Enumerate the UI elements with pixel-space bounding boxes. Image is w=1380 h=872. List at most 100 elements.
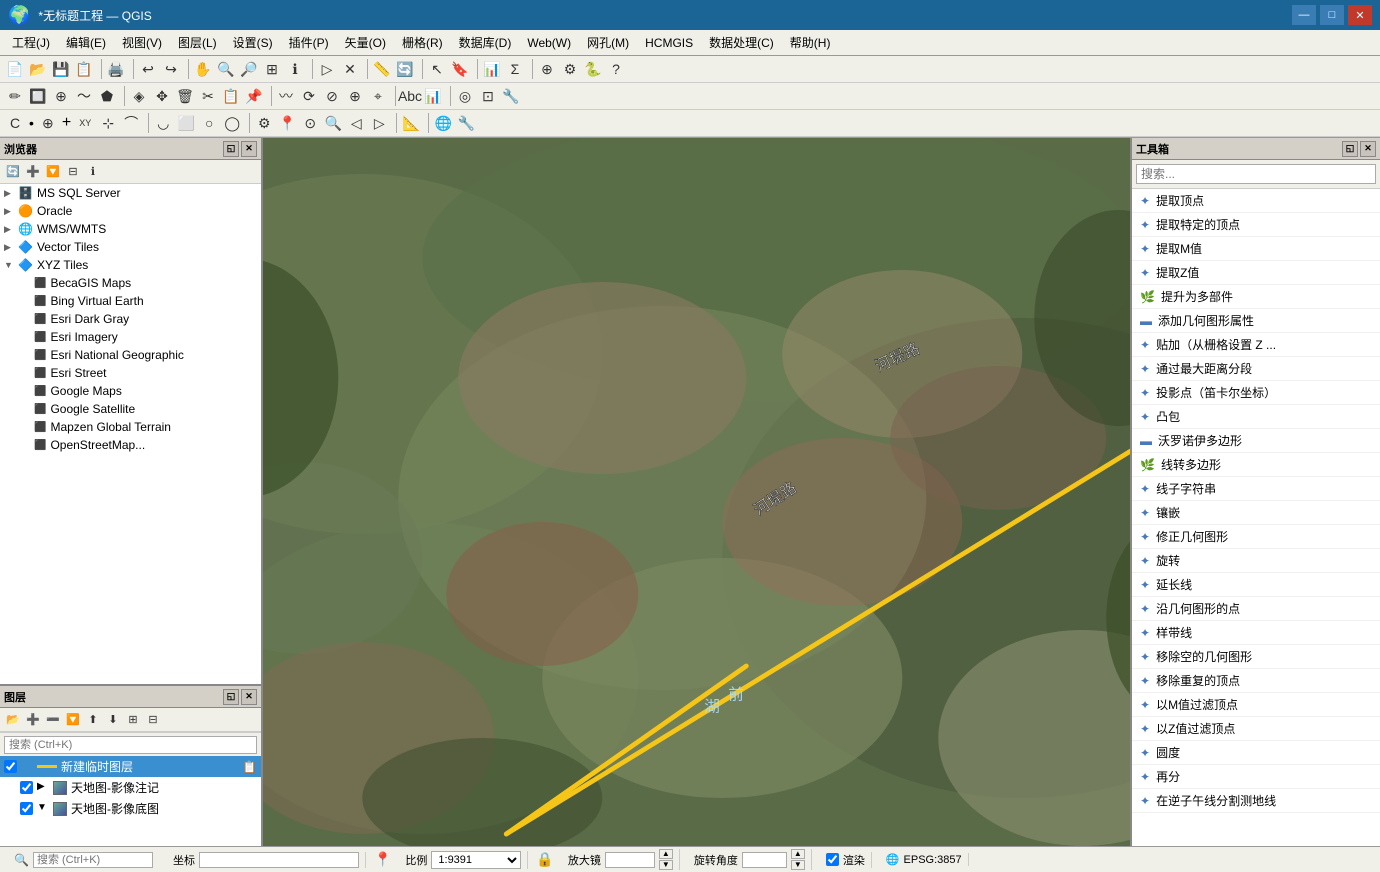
- zoom-in-btn[interactable]: 🔍: [215, 58, 237, 80]
- menu-hcmgis[interactable]: HCMGIS: [637, 34, 701, 52]
- pin-btn[interactable]: 📍: [276, 112, 298, 134]
- menu-settings[interactable]: 设置(S): [225, 32, 281, 53]
- browser-tree-item[interactable]: ⬛ Esri Dark Gray: [0, 310, 261, 328]
- toolbox-item[interactable]: ✦ 修正几何图形: [1132, 525, 1380, 549]
- paste-btn[interactable]: 📌: [243, 85, 265, 107]
- browser-tree-item[interactable]: ▶ 🟠 Oracle: [0, 202, 261, 220]
- menu-help[interactable]: 帮助(H): [782, 32, 839, 53]
- toolbox-item[interactable]: ▬ 沃罗诺伊多边形: [1132, 429, 1380, 453]
- layer-checkbox[interactable]: [20, 781, 33, 794]
- menu-plugins[interactable]: 插件(P): [281, 32, 337, 53]
- browser-tree-item[interactable]: ▶ 🔷 Vector Tiles: [0, 238, 261, 256]
- browser-tree-item[interactable]: ⬛ Google Satellite: [0, 400, 261, 418]
- toolbox-item[interactable]: ✦ 镶嵌: [1132, 501, 1380, 525]
- geom-btn[interactable]: ⚙: [253, 112, 275, 134]
- toolbox-item[interactable]: ✦ 样带线: [1132, 621, 1380, 645]
- offset-btn[interactable]: ⌖: [367, 85, 389, 107]
- toolbox-search-input[interactable]: [1136, 164, 1376, 184]
- circle-btn[interactable]: ○: [198, 112, 220, 134]
- node-tool-btn[interactable]: ◈: [128, 85, 150, 107]
- layers-addlayer-btn[interactable]: ➕: [24, 711, 42, 729]
- browser-tree-item[interactable]: ⬛ Google Maps: [0, 382, 261, 400]
- layers-movedown-btn[interactable]: ⬇: [104, 711, 122, 729]
- zoom-down-btn[interactable]: ▼: [659, 860, 673, 870]
- toolbox-item[interactable]: ✦ 通过最大距离分段: [1132, 357, 1380, 381]
- add-line-btn[interactable]: 〜: [73, 85, 95, 107]
- toolbox-item[interactable]: ✦ 投影点（笛卡尔坐标）: [1132, 381, 1380, 405]
- help-btn[interactable]: ?: [605, 58, 627, 80]
- ellipse-btn[interactable]: ◯: [221, 112, 243, 134]
- browser-tree-item[interactable]: ⬛ Mapzen Global Terrain: [0, 418, 261, 436]
- toolbox-item[interactable]: ▬ 添加几何图形属性: [1132, 309, 1380, 333]
- merge-btn[interactable]: ⊕: [344, 85, 366, 107]
- toolbox-item[interactable]: ✦ 移除重复的顶点: [1132, 669, 1380, 693]
- zoom-pin-btn[interactable]: 🔍: [322, 112, 344, 134]
- toolbox-item[interactable]: ✦ 延长线: [1132, 573, 1380, 597]
- browser-tree-item[interactable]: ▶ 🗄️ MS SQL Server: [0, 184, 261, 202]
- zoom-up-btn[interactable]: ▲: [659, 849, 673, 859]
- browser-tree-item[interactable]: ⬛ Esri Street: [0, 364, 261, 382]
- arc-btn[interactable]: ◡: [152, 112, 174, 134]
- wrench-btn[interactable]: 🔧: [455, 112, 477, 134]
- toolbox-item[interactable]: ✦ 在逆子午线分割测地线: [1132, 789, 1380, 813]
- menu-web[interactable]: Web(W): [519, 34, 579, 52]
- refresh-btn[interactable]: 🔄: [394, 58, 416, 80]
- layers-collapse-btn[interactable]: ⊟: [144, 711, 162, 729]
- menu-mesh[interactable]: 网孔(M): [579, 32, 637, 53]
- reshape-btn[interactable]: ⟳: [298, 85, 320, 107]
- browser-tree-item[interactable]: ⬛ OpenStreetMap...: [0, 436, 261, 454]
- layers-filter-btn[interactable]: 🔽: [64, 711, 82, 729]
- layers-moveup-btn[interactable]: ⬆: [84, 711, 102, 729]
- select-btn[interactable]: ▷: [316, 58, 338, 80]
- toolbox-item[interactable]: ✦ 提取特定的顶点: [1132, 213, 1380, 237]
- layers-expand-btn[interactable]: ⊞: [124, 711, 142, 729]
- map-canvas[interactable]: 河堤路 河堤路 河 湖 前: [263, 138, 1130, 846]
- tip-btn[interactable]: 🔖: [449, 58, 471, 80]
- toolbox-item[interactable]: ✦ 以M值过滤顶点: [1132, 693, 1380, 717]
- toolbox-item[interactable]: 🌿 线转多边形: [1132, 453, 1380, 477]
- cut-btn[interactable]: ✂: [197, 85, 219, 107]
- browser-collapse-btn[interactable]: ⊟: [64, 163, 82, 181]
- toolbox-item[interactable]: ✦ 沿几何图形的点: [1132, 597, 1380, 621]
- toolbox-item[interactable]: ✦ 提取Z值: [1132, 261, 1380, 285]
- crs-btn[interactable]: C: [4, 112, 26, 134]
- layer-item[interactable]: ▶ 天地图-影像注记: [0, 777, 261, 798]
- copy-btn[interactable]: 📋: [220, 85, 242, 107]
- open-project-btn[interactable]: 📂: [27, 58, 49, 80]
- draw-curve-btn[interactable]: ⌒: [120, 112, 142, 134]
- advanced3-btn[interactable]: 🔧: [500, 85, 522, 107]
- cursor-btn[interactable]: ↖: [426, 58, 448, 80]
- browser-float-btn[interactable]: ◱: [223, 141, 239, 157]
- toolbox-item[interactable]: ✦ 贴加（从栅格设置 Z ...: [1132, 333, 1380, 357]
- layers-open-btn[interactable]: 📂: [4, 711, 22, 729]
- zoom-extent-btn[interactable]: ⊞: [261, 58, 283, 80]
- deselect-btn[interactable]: ✕: [339, 58, 361, 80]
- browser-filter-btn[interactable]: 🔽: [44, 163, 62, 181]
- menu-raster[interactable]: 栅格(R): [394, 32, 451, 53]
- zoom-next-btn[interactable]: ▷: [368, 112, 390, 134]
- layers-close-btn[interactable]: ✕: [241, 689, 257, 705]
- menu-layer[interactable]: 图层(L): [170, 32, 225, 53]
- toolbox-item[interactable]: ✦ 提取顶点: [1132, 189, 1380, 213]
- browser-info-btn[interactable]: ℹ: [84, 163, 102, 181]
- coord1-btn[interactable]: XY: [74, 112, 96, 134]
- advanced1-btn[interactable]: ◎: [454, 85, 476, 107]
- rotation-down-btn[interactable]: ▼: [791, 860, 805, 870]
- label-btn[interactable]: Abc: [399, 85, 421, 107]
- browser-tree-item[interactable]: ▼ 🔷 XYZ Tiles: [0, 256, 261, 274]
- layers-float-btn[interactable]: ◱: [223, 689, 239, 705]
- toolbox-item[interactable]: ✦ 移除空的几何图形: [1132, 645, 1380, 669]
- ruler-btn[interactable]: 📐: [400, 112, 422, 134]
- attrTable-btn[interactable]: 📊: [481, 58, 503, 80]
- save-as-btn[interactable]: 📋: [73, 58, 95, 80]
- layers-removelayer-btn[interactable]: ➖: [44, 711, 62, 729]
- layer-item[interactable]: ▼ 天地图-影像底图: [0, 798, 261, 819]
- menu-database[interactable]: 数据库(D): [451, 32, 520, 53]
- gps-btn[interactable]: ⊕: [37, 112, 59, 134]
- stat-btn[interactable]: Σ: [504, 58, 526, 80]
- settings2-btn[interactable]: ⚙: [559, 58, 581, 80]
- zoom-out-btn[interactable]: 🔎: [238, 58, 260, 80]
- rotation-up-btn[interactable]: ▲: [791, 849, 805, 859]
- left-search-input[interactable]: [4, 736, 257, 754]
- add-point-btn[interactable]: ⊕: [50, 85, 72, 107]
